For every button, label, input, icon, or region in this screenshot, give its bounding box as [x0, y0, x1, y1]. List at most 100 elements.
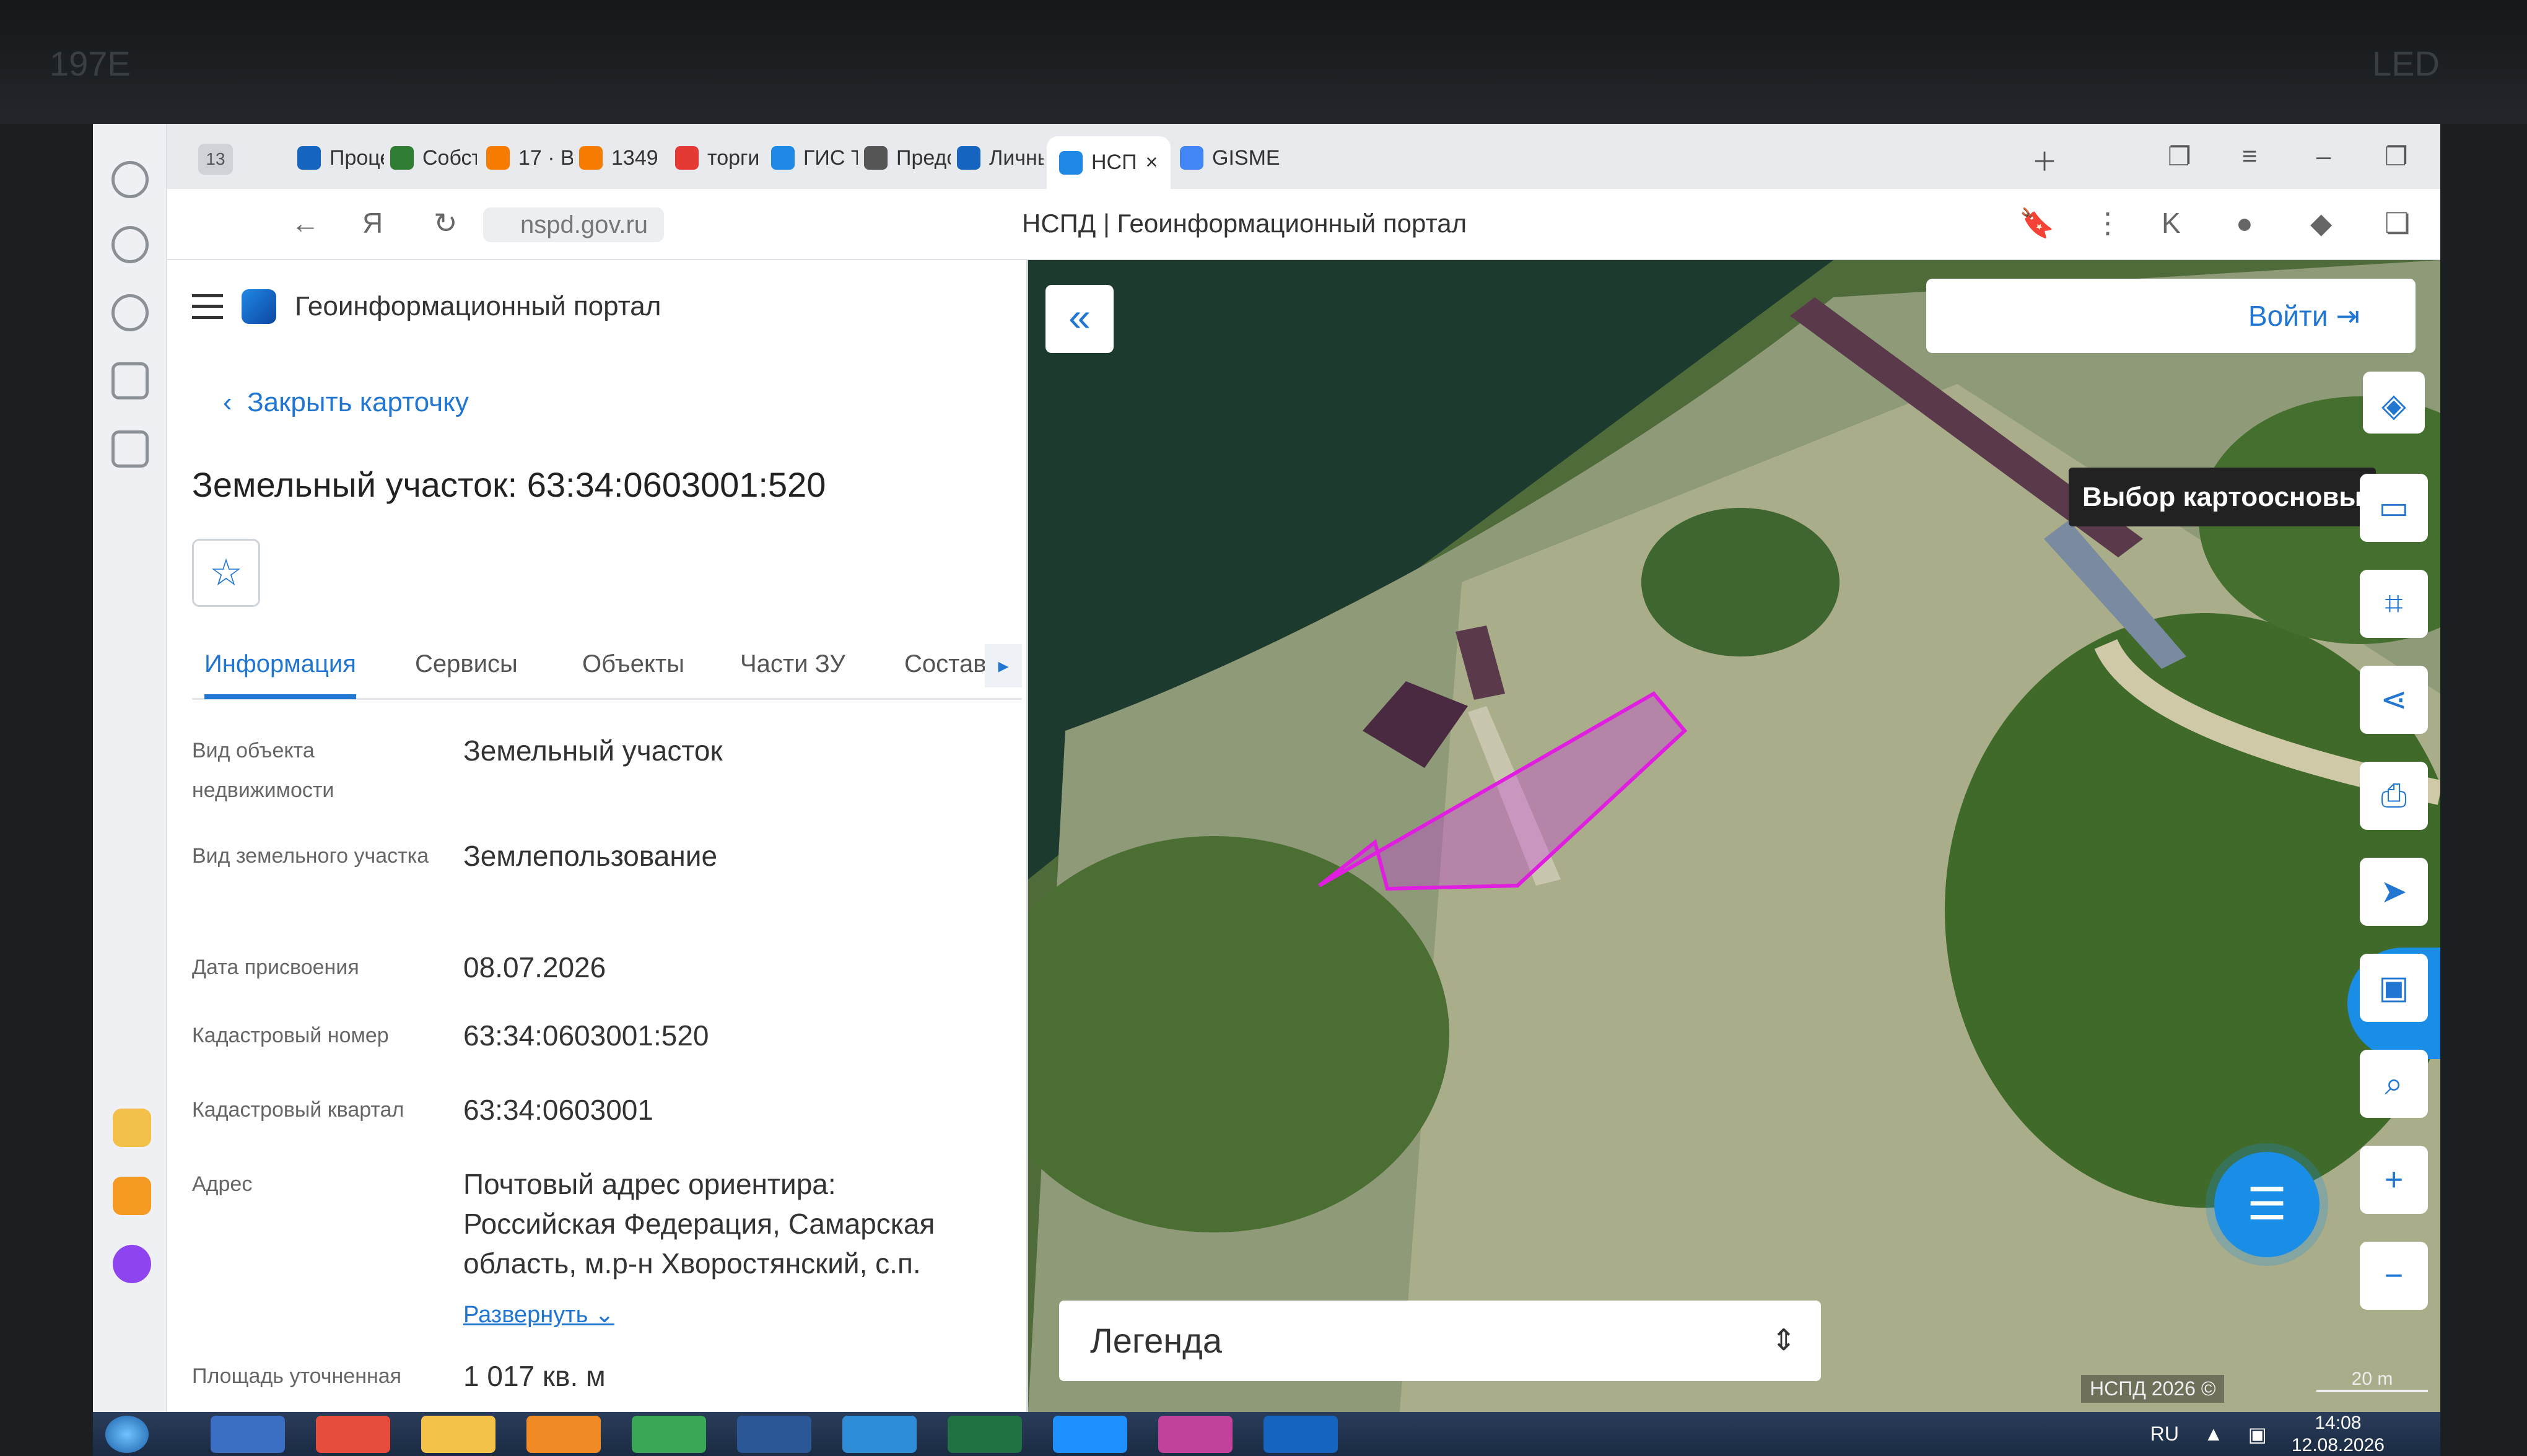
tab-label: Собств [422, 146, 477, 170]
tab-information[interactable]: Информация [204, 650, 356, 699]
expand-label: Развернуть [463, 1302, 588, 1328]
legend-dropdown[interactable]: Легенда ⇕ [1059, 1301, 1821, 1381]
messenger-app-icon[interactable] [113, 1245, 151, 1283]
more-icon[interactable]: ⋮ [2093, 206, 2122, 240]
browser-tab[interactable]: GISME [1180, 136, 1285, 180]
restore-button[interactable]: ❐ [2385, 141, 2408, 172]
screenshot-icon[interactable] [111, 430, 149, 468]
info-value: Почтовый адрес ориентира: Российская Фед… [463, 1168, 935, 1279]
excel-icon[interactable] [948, 1416, 1022, 1453]
app-shortcut-icon[interactable] [113, 1109, 151, 1147]
back-button[interactable]: ← [291, 206, 320, 240]
minimap-icon[interactable]: ▣ [2360, 954, 2428, 1022]
extension-icon[interactable]: ● [2236, 206, 2253, 240]
clock-date: 12.08.2026 [2291, 1434, 2385, 1455]
browser-tab[interactable]: ГИС То [771, 136, 858, 180]
taskbar-app-icon[interactable] [211, 1416, 285, 1453]
monitor-model: 197E [50, 44, 131, 83]
browser-tab[interactable]: Личны [957, 136, 1044, 180]
reload-button[interactable]: ↻ [434, 206, 458, 240]
page-title: НСПД | Геоинформационный портал [1022, 209, 1467, 238]
windows-taskbar: RU ▲ ▣ 14:08 12.08.2026 [93, 1412, 2440, 1456]
collapse-panel-button[interactable]: « [1045, 285, 1114, 353]
history-icon[interactable] [111, 226, 149, 263]
favorite-star-button[interactable]: ☆ [192, 539, 260, 607]
portal-logo [242, 289, 276, 324]
internet-explorer-icon[interactable] [1053, 1416, 1127, 1453]
tab-services[interactable]: Сервисы [415, 650, 518, 678]
tab-count-badge[interactable]: 13 [198, 144, 233, 175]
collections-icon[interactable]: ❏ [2385, 206, 2410, 240]
app-icon[interactable] [842, 1416, 917, 1453]
tab-label: Предо [896, 146, 951, 170]
tab-parts[interactable]: Части ЗУ [740, 650, 845, 678]
app-shortcut-icon[interactable] [1264, 1416, 1338, 1453]
info-value: Земельный участок [463, 735, 723, 767]
tab-label: торги г [707, 146, 762, 170]
info-key: Площадь уточненная [192, 1364, 402, 1388]
tab-favicon-icon [486, 146, 510, 170]
chat-button[interactable]: ☰ [2214, 1152, 2320, 1257]
tab-favicon-icon [675, 146, 699, 170]
browser-tab[interactable]: Предо [864, 136, 951, 180]
screen: 13 Проце Собств 17 · Вхс 1349 · Е торги г ГИС… [93, 124, 2440, 1456]
browser-tab[interactable]: 1349 · Е [579, 136, 666, 180]
menu-icon[interactable]: ≡ [2242, 141, 2258, 171]
play-icon[interactable] [111, 294, 149, 331]
browser-tab[interactable]: торги г [675, 136, 762, 180]
tabs-scroll-right-icon[interactable]: ▸ [985, 644, 1022, 687]
satellite-map[interactable]: « Войти ⇥ ◈ Выбор картоосновы ▭ ⌗ ⋖ ⎙ ✉ … [1028, 260, 2440, 1412]
menu-burger-icon[interactable] [192, 294, 223, 319]
language-indicator[interactable]: RU [2150, 1423, 2179, 1445]
calendar-icon[interactable] [111, 362, 149, 399]
search-location-icon[interactable]: ⌕ [2360, 1050, 2428, 1118]
minimize-button[interactable]: – [2316, 141, 2331, 171]
zoom-in-button[interactable]: + [2360, 1146, 2428, 1214]
area-select-icon[interactable]: ⌗ [2360, 570, 2428, 638]
extension-k-icon[interactable]: K [2162, 206, 2181, 240]
info-key: Вид земельного участка [192, 844, 429, 868]
media-player-icon[interactable] [526, 1416, 601, 1453]
start-button[interactable] [105, 1416, 149, 1453]
zoom-out-button[interactable]: − [2360, 1242, 2428, 1310]
bookmark-icon[interactable]: 🔖 [2019, 206, 2054, 240]
explorer-icon[interactable] [421, 1416, 495, 1453]
close-tab-icon[interactable]: × [1146, 150, 1158, 175]
yandex-icon[interactable]: Я [362, 206, 383, 240]
info-value: 63:34:0603001 [463, 1094, 653, 1126]
basemap-select-button[interactable]: ◈ [2363, 372, 2425, 434]
tab-objects[interactable]: Объекты [582, 650, 684, 678]
object-title: Земельный участок: 63:34:0603001:520 [192, 465, 826, 504]
info-key: Дата присвоения [192, 956, 359, 979]
yandex-browser-icon[interactable] [316, 1416, 390, 1453]
tray-arrow-icon[interactable]: ▲ [2204, 1423, 2224, 1445]
login-button[interactable]: Войти ⇥ [1926, 279, 2416, 353]
browser-tab[interactable]: 17 · Вхс [486, 136, 573, 180]
profile-icon[interactable] [111, 161, 149, 198]
locate-icon[interactable]: ➤ [2360, 858, 2428, 926]
tab-composition[interactable]: Состав [904, 650, 987, 678]
tab-label: ГИС То [803, 146, 858, 170]
browser-tab[interactable]: Проце [297, 136, 384, 180]
new-tab-button[interactable]: ＋ [2032, 141, 2058, 179]
share-icon[interactable]: ⋖ [2360, 666, 2428, 734]
ruler-icon[interactable]: ▭ [2360, 474, 2428, 542]
object-card-panel: Геоинформационный портал ‹ Закрыть карто… [167, 260, 1109, 1412]
address-bar: ← Я ↻ nspd.gov.ru НСПД | Геоинформационн… [167, 189, 2440, 260]
network-icon[interactable]: ▣ [2248, 1423, 2267, 1446]
browser-tab[interactable]: НСП × [1047, 136, 1171, 189]
expand-address-link[interactable]: Развернуть ⌄ [463, 1301, 614, 1328]
bookmarks-icon[interactable]: ❐ [2168, 141, 2191, 172]
tab-favicon-icon [1059, 150, 1083, 175]
tab-favicon-icon [297, 146, 321, 170]
shield-icon[interactable]: ◆ [2310, 206, 2332, 240]
print-icon[interactable]: ⎙ [2360, 762, 2428, 830]
close-card-link[interactable]: ‹ Закрыть карточку [223, 387, 469, 418]
url-field[interactable]: nspd.gov.ru [483, 207, 665, 242]
chrome-icon[interactable] [632, 1416, 706, 1453]
mail-app-icon[interactable] [113, 1177, 151, 1215]
word-icon[interactable] [737, 1416, 811, 1453]
clock[interactable]: 14:08 12.08.2026 [2292, 1412, 2385, 1456]
picture-viewer-icon[interactable] [1158, 1416, 1233, 1453]
browser-tab[interactable]: Собств [390, 136, 477, 180]
